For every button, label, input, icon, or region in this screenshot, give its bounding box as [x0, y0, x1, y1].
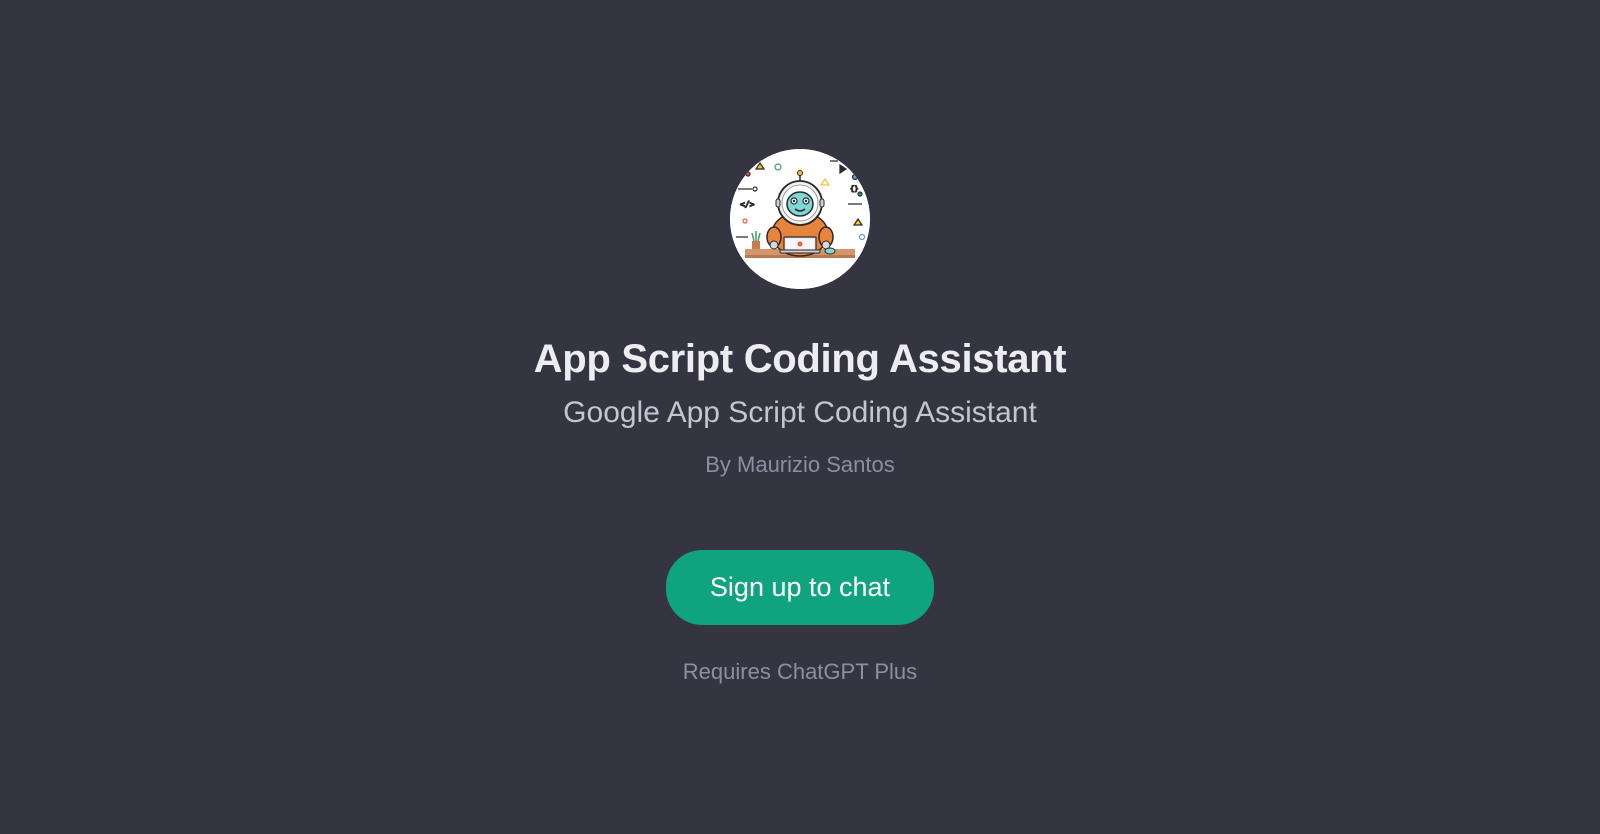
gpt-author: By Maurizio Santos — [705, 452, 895, 478]
robot-coding-icon: </> {} — [730, 149, 870, 289]
gpt-avatar: </> {} — [730, 149, 870, 289]
svg-text:{}: {} — [850, 185, 858, 193]
gpt-subtitle: Google App Script Coding Assistant — [563, 396, 1037, 430]
requirement-text: Requires ChatGPT Plus — [683, 659, 917, 685]
gpt-profile-container: </> {} — [534, 149, 1067, 685]
gpt-title: App Script Coding Assistant — [534, 337, 1067, 382]
svg-text:</>: </> — [740, 200, 755, 209]
signup-button[interactable]: Sign up to chat — [666, 550, 934, 625]
